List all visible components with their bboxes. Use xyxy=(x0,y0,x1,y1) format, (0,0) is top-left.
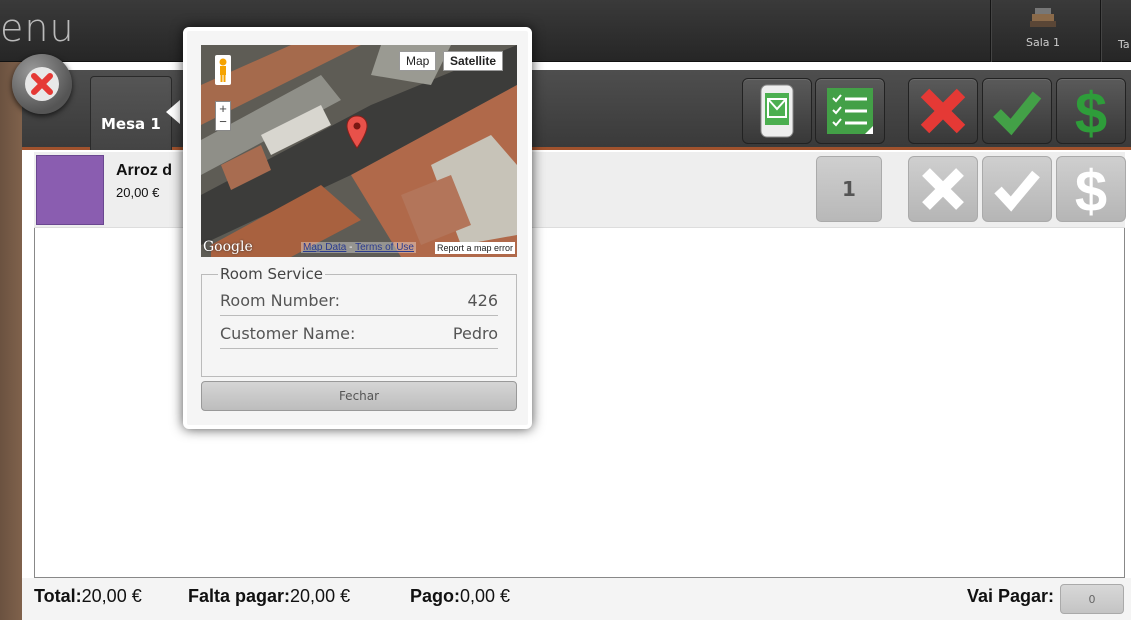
terms-link[interactable]: Terms of Use xyxy=(355,242,414,253)
send-to-device-button[interactable] xyxy=(742,78,812,144)
checklist-icon xyxy=(827,88,873,134)
item-confirm-button[interactable] xyxy=(982,156,1052,222)
room-number-value: 426 xyxy=(467,291,498,310)
room-service-section: Room Service Room Number: 426 Customer N… xyxy=(201,265,517,377)
close-popup-button[interactable]: Fechar xyxy=(201,381,517,411)
room-tab-sala-1[interactable]: Sala 1 xyxy=(1000,0,1086,62)
paid-label: Pago: xyxy=(410,586,461,606)
table-icon xyxy=(1030,8,1056,27)
customer-name-label: Customer Name: xyxy=(220,324,356,343)
cancel-icon xyxy=(922,168,964,210)
paid-summary: Pago:0,00 € xyxy=(410,586,510,607)
map-data-links: Map Data - Terms of Use xyxy=(301,242,416,253)
item-quantity[interactable]: 1 xyxy=(816,156,882,222)
room-tab-label: Sala 1 xyxy=(1025,36,1060,49)
mobile-message-icon xyxy=(760,84,794,138)
checklist-button[interactable] xyxy=(815,78,885,144)
popup-pointer xyxy=(166,100,180,124)
report-map-error-link[interactable]: Report a map error xyxy=(434,242,515,254)
pay-amount-input[interactable]: 0 xyxy=(1060,584,1124,614)
room-number-row: Room Number: 426 xyxy=(220,283,498,316)
map-zoom-control[interactable]: + − xyxy=(215,101,231,131)
room-service-title: Room Service xyxy=(220,265,323,283)
pay-amount-label: Vai Pagar: xyxy=(967,586,1055,606)
table-tab[interactable]: Mesa 1 xyxy=(90,76,172,150)
svg-text:$: $ xyxy=(1075,83,1107,139)
map-view[interactable]: + − Map Satellite Google Map Data - Term… xyxy=(201,45,517,257)
map-attribution: Google Map Data - Terms of Use Report a … xyxy=(201,237,517,257)
svg-text:$: $ xyxy=(1075,161,1107,217)
order-footer: Total:20,00 € Falta pagar:20,00 € Pago:0… xyxy=(22,578,1131,620)
zoom-out-icon[interactable]: − xyxy=(216,115,230,128)
remaining-value: 20,00 € xyxy=(290,586,351,606)
customer-name-value: Pedro xyxy=(452,324,498,343)
map-type-satellite-button[interactable]: Satellite xyxy=(443,51,504,71)
item-pay-button[interactable]: $ xyxy=(1056,156,1126,222)
top-bar: enu Sala 1 Ta xyxy=(0,0,1131,62)
dollar-icon: $ xyxy=(1075,83,1107,139)
map-marker-icon[interactable] xyxy=(346,115,368,149)
item-thumbnail xyxy=(36,155,104,225)
map-type-map-button[interactable]: Map xyxy=(399,51,437,71)
customer-name-row: Customer Name: Pedro xyxy=(220,316,498,349)
total-label: Total: xyxy=(34,586,82,606)
menu-title: enu xyxy=(0,6,75,50)
cancel-all-button[interactable] xyxy=(908,78,978,144)
google-logo: Google xyxy=(203,239,253,255)
room-tab-2-label[interactable]: Ta xyxy=(1118,38,1130,51)
cancel-icon xyxy=(920,88,966,134)
confirm-all-button[interactable] xyxy=(982,78,1052,144)
remaining-summary: Falta pagar:20,00 € xyxy=(188,586,350,607)
close-order-button[interactable] xyxy=(12,54,72,114)
pay-all-button[interactable]: $ xyxy=(1056,78,1126,144)
street-view-pegman-icon[interactable] xyxy=(215,55,231,85)
item-name: Arroz d xyxy=(116,162,172,179)
map-data-link[interactable]: Map Data xyxy=(303,242,346,253)
paid-value: 0,00 € xyxy=(460,586,511,606)
total-summary: Total:20,00 € xyxy=(34,586,142,607)
room-service-popup: + − Map Satellite Google Map Data - Term… xyxy=(183,27,532,429)
satellite-image xyxy=(201,45,517,257)
divider xyxy=(990,0,991,62)
remaining-label: Falta pagar: xyxy=(188,586,291,606)
check-icon xyxy=(993,91,1042,136)
item-cancel-button[interactable] xyxy=(908,156,978,222)
item-price: 20,00 € xyxy=(116,185,160,200)
divider xyxy=(1100,0,1101,62)
table-tab-label: Mesa 1 xyxy=(101,115,161,133)
total-value: 20,00 € xyxy=(81,586,142,606)
close-icon xyxy=(25,67,59,101)
room-number-label: Room Number: xyxy=(220,291,341,310)
dollar-icon: $ xyxy=(1075,161,1107,217)
check-icon xyxy=(994,170,1040,212)
